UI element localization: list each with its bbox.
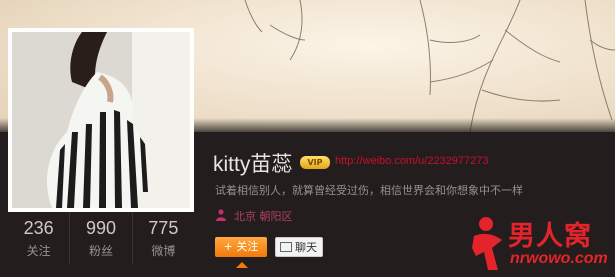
mail-icon [280,242,292,252]
watermark-text: 男人窝 [508,221,592,252]
follow-button[interactable]: + 关注 [215,237,267,257]
stat-followers[interactable]: 990 粉丝 [70,212,133,264]
profile-url-link[interactable]: http://weibo.com/u/2232977273 [335,155,489,167]
profile-location: 北京 朝阳区 [234,210,293,223]
profile-bio: 试着相信别人，就算曾经受过伤，相信世界会和你想象中不一样 [215,184,523,197]
vip-badge[interactable]: VIP [300,156,330,169]
chat-button[interactable]: 聊天 [275,237,323,257]
stat-following-count: 236 [23,218,54,238]
chat-button-label: 聊天 [295,241,317,254]
stat-posts-count: 775 [148,218,179,238]
profile-stats: 236 关注 990 粉丝 775 微博 [8,212,194,264]
avatar[interactable] [12,32,190,208]
avatar-photo [12,32,190,208]
stat-posts[interactable]: 775 微博 [133,212,194,264]
stat-followers-label: 粉丝 [88,244,113,258]
person-icon [216,209,226,221]
stat-following-label: 关注 [26,244,51,258]
watermark-url: nrwowo.com [510,250,608,267]
profile-name: kitty苗蕊 [213,153,293,176]
stat-followers-count: 990 [85,218,117,238]
stat-following[interactable]: 236 关注 [8,212,71,264]
stat-posts-label: 微博 [151,244,176,258]
active-tab-caret [236,262,248,268]
